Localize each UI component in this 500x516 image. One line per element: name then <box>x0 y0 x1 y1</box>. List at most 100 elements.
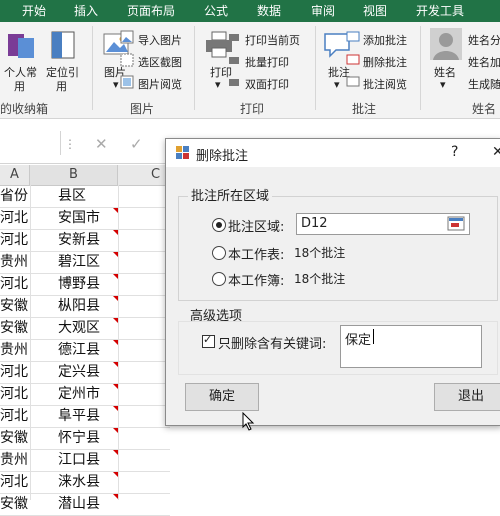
county-cell[interactable]: 阜平县 <box>58 405 118 427</box>
county-cell[interactable]: 涞水县 <box>58 471 118 493</box>
province-cell[interactable]: 河北 <box>0 383 30 405</box>
range-input[interactable]: D12 <box>296 213 470 235</box>
comment-indicator <box>113 428 118 433</box>
tab-developer[interactable]: 开发工具 <box>416 0 464 22</box>
province-cell[interactable]: 贵州 <box>0 449 30 471</box>
county-cell[interactable]: 枞阳县 <box>58 295 118 317</box>
province-cell[interactable]: 河北 <box>0 471 30 493</box>
close-icon[interactable]: ✕ <box>492 144 500 160</box>
tab-review[interactable]: 审阅 <box>311 0 335 22</box>
book-comment-count: 18个批注 <box>294 272 346 286</box>
comment-indicator <box>113 384 118 389</box>
county-cell[interactable]: 潜山县 <box>58 493 118 515</box>
select-screenshot-button[interactable]: 选区截图 <box>138 54 182 70</box>
name-generate-button[interactable]: 生成随 <box>468 76 500 92</box>
keyword-checkbox-label: 只删除含有关键词: <box>218 337 327 352</box>
comment-indicator <box>113 252 118 257</box>
tab-view[interactable]: 视图 <box>363 0 387 22</box>
comment-browse-button[interactable]: 批注阅览 <box>363 76 407 92</box>
picture-browse-button[interactable]: 图片阅览 <box>138 76 182 92</box>
column-header-a[interactable]: A <box>0 165 30 186</box>
dialog-title-bar[interactable]: 删除批注 ? ✕ <box>166 139 500 167</box>
county-cell[interactable]: 碧江区 <box>58 251 118 273</box>
column-header-b[interactable]: B <box>30 165 118 186</box>
province-cell[interactable]: 贵州 <box>0 251 30 273</box>
county-cell[interactable]: 博野县 <box>58 273 118 295</box>
confirm-icon[interactable]: ✓ <box>130 135 143 153</box>
tab-formulas[interactable]: 公式 <box>204 0 228 22</box>
tab-data[interactable]: 数据 <box>257 0 281 22</box>
add-comment-icon <box>346 31 360 42</box>
ribbon-separator <box>315 26 316 110</box>
province-cell[interactable]: 河北 <box>0 229 30 251</box>
tab-insert[interactable]: 插入 <box>74 0 98 22</box>
mouse-pointer-icon <box>242 412 255 431</box>
comment-indicator <box>113 208 118 213</box>
province-cell[interactable]: 河北 <box>0 207 30 229</box>
radio-this-workbook[interactable] <box>212 272 226 286</box>
radio-comment-range[interactable] <box>212 218 226 232</box>
print-dropdown-icon: ▾ <box>215 78 221 91</box>
locate-reference-suffix: 用 <box>56 80 67 93</box>
radio-comment-range-label: 批注区域: <box>228 220 285 235</box>
batch-print-button[interactable]: 批量打印 <box>245 54 289 70</box>
province-cell[interactable]: 河北 <box>0 405 30 427</box>
range-picker-icon[interactable] <box>447 216 465 231</box>
print-current-page-button[interactable]: 打印当前页 <box>245 32 300 48</box>
county-cell[interactable]: 定兴县 <box>58 361 118 383</box>
grid-line <box>30 185 31 500</box>
header-cell[interactable]: 县区 <box>58 185 118 207</box>
comment-indicator <box>113 230 118 235</box>
ok-button[interactable]: 确定 <box>185 383 259 411</box>
province-cell[interactable]: 贵州 <box>0 339 30 361</box>
print-current-icon <box>229 34 239 41</box>
help-button[interactable]: ? <box>451 144 458 160</box>
county-cell[interactable]: 定州市 <box>58 383 118 405</box>
exit-button[interactable]: 退出 <box>434 383 500 411</box>
province-cell[interactable]: 河北 <box>0 273 30 295</box>
import-picture-button[interactable]: 导入图片 <box>138 32 182 48</box>
keyword-input-value: 保定 <box>345 333 372 348</box>
tab-home[interactable]: 开始 <box>22 0 46 22</box>
county-cell[interactable]: 安国市 <box>58 207 118 229</box>
county-cell[interactable]: 安新县 <box>58 229 118 251</box>
name-split-button[interactable]: 姓名分 <box>468 32 500 48</box>
picture-dropdown-icon: ▾ <box>113 78 119 91</box>
comment-browse-icon <box>346 76 360 87</box>
province-cell[interactable]: 安徽 <box>0 295 30 317</box>
add-comment-button[interactable]: 添加批注 <box>363 32 407 48</box>
radio-this-sheet[interactable] <box>212 246 226 260</box>
batch-print-icon <box>229 57 239 64</box>
county-cell[interactable]: 江口县 <box>58 449 118 471</box>
comment-dropdown-icon: ▾ <box>334 78 340 91</box>
tab-page-layout[interactable]: 页面布局 <box>127 0 175 22</box>
keyword-checkbox[interactable]: ✓ <box>202 333 215 348</box>
comment-indicator <box>113 340 118 345</box>
comment-indicator <box>113 450 118 455</box>
delete-comment-icon <box>346 54 360 65</box>
ribbon-tab-bar: 开始 插入 页面布局 公式 数据 审阅 视图 开发工具 <box>0 0 500 22</box>
province-cell[interactable]: 安徽 <box>0 427 30 449</box>
ribbon-separator <box>194 26 195 110</box>
county-cell[interactable]: 大观区 <box>58 317 118 339</box>
name-add-button[interactable]: 姓名加 <box>468 54 500 70</box>
county-cell[interactable]: 德江县 <box>58 339 118 361</box>
duplex-print-button[interactable]: 双面打印 <box>245 76 289 92</box>
province-cell[interactable]: 安徽 <box>0 317 30 339</box>
comment-indicator <box>113 494 118 499</box>
county-cell[interactable]: 怀宁县 <box>58 427 118 449</box>
keyword-input[interactable]: 保定 <box>340 325 482 368</box>
delete-comment-button[interactable]: 删除批注 <box>363 54 407 70</box>
cancel-icon[interactable]: ✕ <box>95 135 108 153</box>
province-cell[interactable]: 河北 <box>0 361 30 383</box>
select-screenshot-icon <box>120 53 134 67</box>
sheet-comment-count: 18个批注 <box>294 246 346 260</box>
ribbon-body: 个人常 用 定位引 用 的收纳箱 图片 ▾ 导入图片 选区截图 图片阅览 图片 … <box>0 22 500 119</box>
radio-this-sheet-label: 本工作表: <box>228 248 285 263</box>
person-icon <box>430 28 462 60</box>
name-box[interactable] <box>0 131 61 155</box>
formula-bar-grip: ⋮ <box>64 137 76 151</box>
dialog-title: 删除批注 <box>196 149 249 164</box>
header-cell[interactable]: 省份 <box>0 185 30 207</box>
province-cell[interactable]: 安徽 <box>0 493 30 515</box>
